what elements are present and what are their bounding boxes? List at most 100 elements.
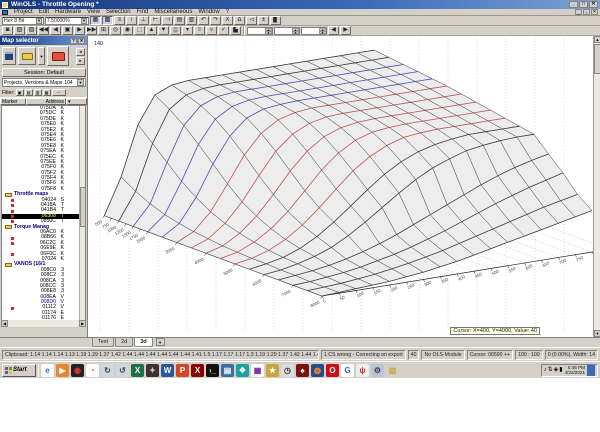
menu-help[interactable]: ?	[223, 9, 232, 15]
panel-mode-button[interactable]: ▸	[76, 56, 85, 65]
value-down-icon[interactable]: ▼	[158, 26, 169, 35]
sync-gray-icon[interactable]: ↺	[116, 363, 129, 377]
compare-map-icon[interactable]: ▧	[14, 26, 25, 35]
game-icon[interactable]: ♠	[296, 363, 309, 377]
chevron-down-icon[interactable]: ▼	[81, 17, 87, 24]
mdi-child-icon[interactable]	[2, 9, 8, 15]
apply-icon[interactable]: ✓	[218, 26, 229, 35]
opera-icon[interactable]: O	[326, 363, 339, 377]
delta-icon[interactable]: Δ	[234, 16, 245, 25]
step-spinner-3[interactable]: ▲ ▼	[301, 26, 327, 35]
earth-icon[interactable]: G	[341, 363, 354, 377]
map-row[interactable]: 01176 E	[2, 315, 85, 320]
filter-marked-button[interactable]: ▥	[33, 89, 42, 96]
folder-blue-icon[interactable]: ▤	[221, 363, 234, 377]
import-file-button[interactable]	[47, 46, 69, 66]
throttle-map-3d-surface[interactable]: 140 0 50 100 150 200 250 300 350 400 450 500 550 600 6…	[88, 36, 593, 337]
volume-icon[interactable]: ♪	[544, 365, 547, 376]
insert-row-icon[interactable]: ⊢	[150, 16, 161, 25]
close-button[interactable]: ✕	[589, 1, 598, 8]
clock-app-icon[interactable]: ◷	[281, 363, 294, 377]
marker-icon[interactable]: ▾	[182, 26, 193, 35]
powerpoint-icon[interactable]: P	[176, 363, 189, 377]
next-map-icon[interactable]: ▶	[74, 26, 85, 35]
value-format-combo[interactable]: Hex 8 Bit ▼	[2, 16, 44, 25]
mdi-restore-button[interactable]: ▫	[583, 9, 590, 15]
star-app-icon[interactable]: ★	[266, 363, 279, 377]
search-icon[interactable]: ◎	[110, 26, 121, 35]
lock-icon[interactable]: ▒	[170, 26, 181, 35]
filter-options-button[interactable]: ⋯	[51, 89, 66, 96]
spin-right-icon[interactable]: ▶	[340, 26, 351, 35]
scroll-left-icon[interactable]: ◀	[1, 320, 8, 327]
firefox-icon[interactable]: ◍	[311, 363, 324, 377]
chart-scrollbar[interactable]: ▲ ▼	[593, 36, 600, 337]
grid-icon[interactable]: ▤	[174, 16, 185, 25]
antenna-icon[interactable]: ψ	[356, 363, 369, 377]
media-player-icon[interactable]: ▶	[56, 363, 69, 377]
step-spinner-2[interactable]: ▲ ▼	[274, 26, 300, 35]
menu-view[interactable]: View	[84, 9, 103, 15]
value-up-icon[interactable]: ▲	[146, 26, 157, 35]
wrench-icon[interactable]: ⚙	[371, 363, 384, 377]
menu-project[interactable]: Project	[11, 9, 36, 15]
grid-colors-icon[interactable]: ▦	[251, 363, 264, 377]
menu-selection[interactable]: Selection	[103, 9, 134, 15]
mdi-close-button[interactable]: ✕	[591, 9, 598, 15]
network-icon[interactable]: ⇅	[548, 365, 553, 376]
column-header-marker[interactable]: Marker	[0, 98, 26, 105]
filter-maps-button[interactable]: ▤	[24, 89, 33, 96]
tab-options-button[interactable]: ▼	[155, 338, 165, 346]
redo-icon[interactable]: ↷	[210, 16, 221, 25]
menu-window[interactable]: Window	[195, 9, 222, 15]
factor-combo[interactable]: 7.50000% ▼	[45, 16, 89, 25]
language-bar-icon[interactable]	[587, 364, 595, 376]
photos-icon[interactable]: ❖	[236, 363, 249, 377]
prev-map-icon[interactable]: ◀	[50, 26, 61, 35]
step-spinner-1[interactable]: ▲ ▼	[247, 26, 273, 35]
tree-mode-combo[interactable]: Projects, Versions & Maps 104 ▼	[2, 78, 86, 87]
battery-icon[interactable]: ▮	[559, 365, 562, 376]
map-list-icon[interactable]: ▣	[62, 26, 73, 35]
folder-yellow-icon[interactable]: ▧	[386, 363, 399, 377]
tab-2d[interactable]: 2d	[115, 338, 134, 347]
chevron-down-icon[interactable]: ▼	[77, 79, 84, 86]
filter-all-button[interactable]: ▣	[15, 89, 24, 96]
map-list-hscrollbar[interactable]: ◀ ▶	[1, 320, 86, 327]
panel-pin-button[interactable]: ◂	[76, 47, 85, 56]
menu-miscellaneous[interactable]: Miscellaneous	[151, 9, 195, 15]
save-project-button[interactable]	[2, 47, 16, 65]
maximize-button[interactable]: □	[579, 1, 588, 8]
chrome-icon[interactable]: ◔	[86, 363, 99, 377]
first-map-icon[interactable]: ◀◀	[38, 26, 49, 35]
open-project-dropdown[interactable]: ▼	[38, 47, 45, 65]
signed-icon[interactable]: ±	[258, 16, 269, 25]
filter-changed-button[interactable]: ▦	[42, 89, 51, 96]
minimize-button[interactable]: _	[569, 1, 578, 8]
map-3d-view[interactable]: 140 0 50 100 150 200 250 300 350 400 450 500 550 600 6…	[88, 36, 600, 337]
chevron-down-icon[interactable]: ▼	[36, 17, 42, 24]
tab-text[interactable]: Text	[92, 338, 115, 347]
excel-icon[interactable]: X	[131, 363, 144, 377]
view-3d-icon[interactable]: ▩	[102, 16, 113, 25]
mdi-minimize-button[interactable]: _	[575, 9, 582, 15]
absolute-icon[interactable]: ◅	[246, 16, 257, 25]
export-icon[interactable]: ⇩	[206, 26, 217, 35]
map-list-scrollbar[interactable]	[79, 106, 85, 320]
panel-help-button[interactable]: ?	[70, 37, 77, 44]
last-map-icon[interactable]: ▶▶	[86, 26, 97, 35]
winols-taskbar-icon[interactable]: ◉	[71, 363, 84, 377]
menu-find[interactable]: Find	[134, 9, 152, 15]
ie-icon[interactable]: e	[41, 363, 54, 377]
selection-icon[interactable]: ⬚	[134, 26, 145, 35]
start-button[interactable]: Start	[2, 363, 36, 377]
maps-icon[interactable]: ▥	[186, 16, 197, 25]
sync-blue-icon[interactable]: ↻	[101, 363, 114, 377]
shield-icon[interactable]: ◈	[554, 365, 559, 376]
delete-row-icon[interactable]: ⊣	[162, 16, 173, 25]
zoom-icon[interactable]: ◉	[122, 26, 133, 35]
checksum-icon[interactable]: ▊	[270, 16, 281, 25]
column-header-extra[interactable]: ▾	[66, 98, 87, 105]
compare-version-icon[interactable]: ▨	[26, 26, 37, 35]
multiply-icon[interactable]: X	[222, 16, 233, 25]
